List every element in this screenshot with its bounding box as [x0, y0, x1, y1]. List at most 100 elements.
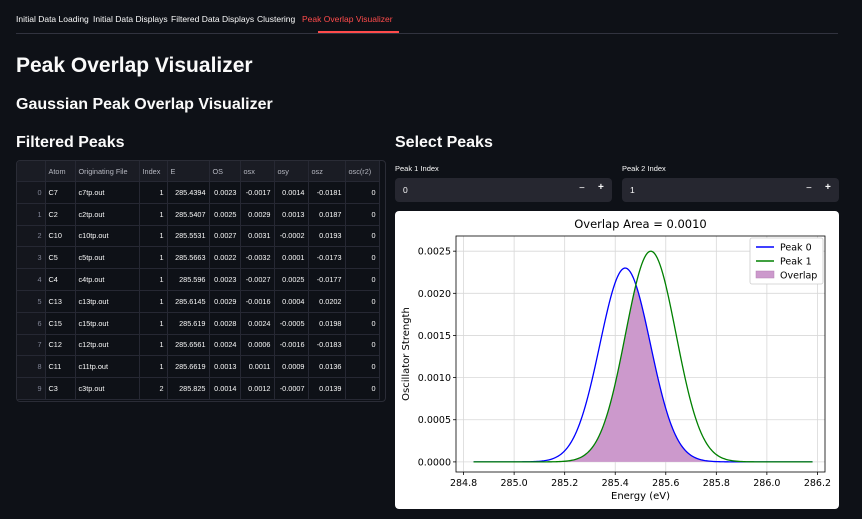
table-cell[interactable]: 0	[345, 203, 380, 226]
table-cell[interactable]: C13	[45, 290, 76, 313]
table-cell[interactable]: 1	[139, 225, 168, 248]
column-header[interactable]: E	[167, 161, 210, 182]
table-cell[interactable]: 0.0029	[209, 290, 241, 313]
column-header[interactable]: osz	[308, 161, 346, 182]
table-cell[interactable]: 285.6145	[167, 290, 210, 313]
peak1-index-input[interactable]: 0 − +	[395, 178, 612, 202]
table-cell[interactable]: 285.6619	[167, 355, 210, 379]
table-cell[interactable]: 3	[17, 246, 46, 270]
table-cell[interactable]: 0.0187	[308, 203, 346, 226]
table-cell[interactable]: 0	[345, 377, 380, 400]
table-cell[interactable]: C12	[45, 334, 76, 357]
table-cell[interactable]: C4	[45, 268, 76, 291]
table-cell[interactable]: 285.5663	[167, 246, 210, 270]
table-cell[interactable]: 0.0139	[308, 377, 346, 400]
table-cell[interactable]: 0	[345, 290, 380, 313]
table-cell[interactable]: 0.0198	[308, 312, 346, 335]
table-cell[interactable]: 0.0004	[274, 290, 309, 313]
table-cell[interactable]: c11tp.out	[75, 355, 140, 379]
table-cell[interactable]: 1	[139, 355, 168, 379]
table-cell[interactable]: C2	[45, 203, 76, 226]
table-cell[interactable]: c7tp.out	[75, 181, 140, 204]
table-row[interactable]: 6 C15 c15tp.out 1 285.619 0.0028 0.0024 -0.0005…	[17, 312, 380, 335]
table-cell[interactable]: 0.0011	[240, 355, 275, 379]
table-cell[interactable]: 285.825	[167, 377, 210, 400]
table-cell[interactable]: c3tp.out	[75, 377, 140, 400]
table-cell[interactable]: c10tp.out	[75, 225, 140, 248]
table-cell[interactable]: 1	[139, 312, 168, 335]
table-cell[interactable]: 6	[17, 312, 46, 335]
table-row[interactable]: 4 C4 c4tp.out 1 285.596 0.0023 -0.0027 0.0025 -0…	[17, 268, 380, 291]
column-header[interactable]: OS	[209, 161, 241, 182]
table-cell[interactable]: 1	[139, 203, 168, 226]
table-row[interactable]: 8 C11 c11tp.out 1 285.6619 0.0013 0.0011 0.0009…	[17, 355, 380, 379]
table-cell[interactable]: c13tp.out	[75, 290, 140, 313]
table-cell[interactable]: c2tp.out	[75, 203, 140, 226]
peak2-index-input[interactable]: 1 − +	[622, 178, 839, 202]
table-cell[interactable]: C10	[45, 225, 76, 248]
table-cell[interactable]: 1	[139, 181, 168, 204]
table-cell[interactable]: 1	[139, 268, 168, 291]
table-cell[interactable]: 0.0027	[209, 225, 241, 248]
table-cell[interactable]: 4	[17, 268, 46, 291]
table-cell[interactable]: C3	[45, 377, 76, 400]
table-cell[interactable]: c4tp.out	[75, 268, 140, 291]
peak2-value[interactable]: 1	[630, 185, 635, 195]
column-header[interactable]: Atom	[45, 161, 76, 182]
table-cell[interactable]: 0.0013	[209, 355, 241, 379]
table-cell[interactable]: 0.0028	[209, 312, 241, 335]
table-cell[interactable]: c5tp.out	[75, 246, 140, 270]
table-row[interactable]: 7 C12 c12tp.out 1 285.6561 0.0024 0.0006 -0.001…	[17, 334, 380, 357]
peak1-decrement-button[interactable]: −	[579, 183, 585, 194]
table-cell[interactable]: 0.0001	[274, 246, 309, 270]
tab-clustering[interactable]: Clustering	[257, 14, 295, 24]
table-cell[interactable]: 285.596	[167, 268, 210, 291]
table-cell[interactable]: 0.0202	[308, 290, 346, 313]
table-cell[interactable]: -0.0017	[240, 181, 275, 204]
table-cell[interactable]: 0.0025	[274, 268, 309, 291]
table-row[interactable]: 1 C2 c2tp.out 1 285.5407 0.0025 0.0029 0.0013 0.…	[17, 203, 380, 226]
table-cell[interactable]: 0.0006	[240, 334, 275, 357]
peak1-value[interactable]: 0	[403, 185, 408, 195]
table-cell[interactable]: 285.4394	[167, 181, 210, 204]
table-row[interactable]: 0 C7 c7tp.out 1 285.4394 0.0023 -0.0017 0.0014-…	[17, 181, 380, 204]
table-cell[interactable]: -0.0007	[274, 377, 309, 400]
table-cell[interactable]: 0.0012	[240, 377, 275, 400]
table-cell[interactable]: 0	[345, 225, 380, 248]
table-cell[interactable]: 0.0014	[274, 181, 309, 204]
table-cell[interactable]: 285.619	[167, 312, 210, 335]
table-cell[interactable]: 0	[345, 246, 380, 270]
table-cell[interactable]: -0.0016	[240, 290, 275, 313]
table-cell[interactable]: 0	[345, 181, 380, 204]
table-cell[interactable]: 0.0023	[209, 181, 241, 204]
table-row[interactable]: 2 C10 c10tp.out 1 285.5531 0.0027 0.0031 -0.000…	[17, 225, 380, 248]
table-cell[interactable]: 0.0022	[209, 246, 241, 270]
table-cell[interactable]: 5	[17, 290, 46, 313]
table-cell[interactable]: 0	[345, 268, 380, 291]
column-header[interactable]: Originating File	[75, 161, 140, 182]
table-cell[interactable]: C15	[45, 312, 76, 335]
table-cell[interactable]: 285.5531	[167, 225, 210, 248]
table-cell[interactable]: -0.0183	[308, 334, 346, 357]
table-cell[interactable]: 0.0009	[274, 355, 309, 379]
table-cell[interactable]: 0.0136	[308, 355, 346, 379]
table-cell[interactable]: 0.0025	[209, 203, 241, 226]
table-cell[interactable]: -0.0002	[274, 225, 309, 248]
table-cell[interactable]: 0.0023	[209, 268, 241, 291]
table-cell[interactable]: 0.0029	[240, 203, 275, 226]
table-cell[interactable]: 7	[17, 334, 46, 357]
table-cell[interactable]: 285.6561	[167, 334, 210, 357]
tab-initial-data-loading[interactable]: Initial Data Loading	[16, 14, 89, 24]
table-cell[interactable]: -0.0016	[274, 334, 309, 357]
table-cell[interactable]: c15tp.out	[75, 312, 140, 335]
table-cell[interactable]: 0.0031	[240, 225, 275, 248]
table-row[interactable]: 3 C5 c5tp.out 1 285.5663 0.0022 -0.0032 0.0001-…	[17, 246, 380, 270]
table-cell[interactable]: 1	[17, 203, 46, 226]
column-header[interactable]	[17, 161, 46, 182]
table-cell[interactable]: -0.0032	[240, 246, 275, 270]
table-cell[interactable]: 1	[139, 334, 168, 357]
peak2-decrement-button[interactable]: −	[806, 183, 812, 194]
column-header[interactable]: Index	[139, 161, 168, 182]
table-cell[interactable]: -0.0005	[274, 312, 309, 335]
table-cell[interactable]: 0	[345, 312, 380, 335]
